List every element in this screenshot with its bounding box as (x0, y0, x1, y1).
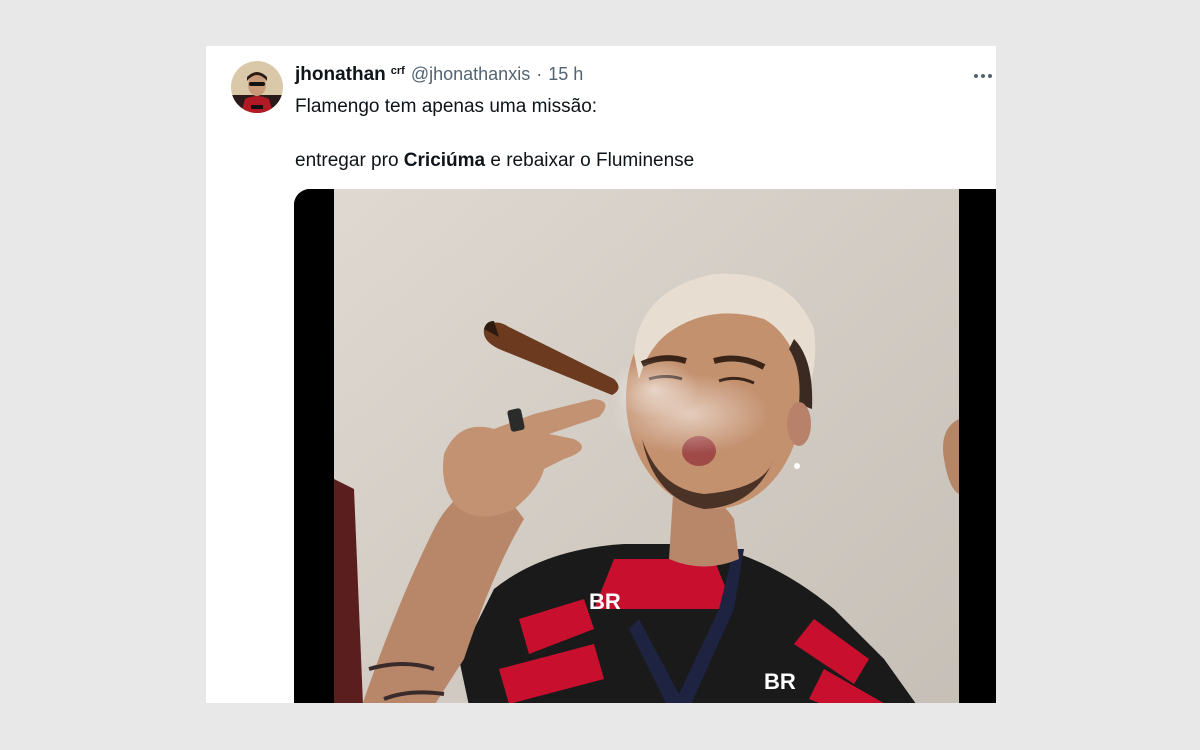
tweet-text: Flamengo tem apenas uma missão: entregar… (295, 95, 694, 173)
text-segment: entregar pro (295, 150, 404, 171)
bold-mention: Criciúma (403, 150, 486, 171)
tweet-card[interactable]: jhonathan crf @jhonathanxis · 15 h Flame… (206, 46, 996, 703)
svg-text:BR: BR (764, 669, 796, 694)
display-name[interactable]: jhonathan (295, 64, 386, 86)
timestamp[interactable]: 15 h (548, 64, 583, 85)
avatar[interactable] (231, 61, 283, 113)
tweet-header: jhonathan crf @jhonathanxis · 15 h (295, 64, 583, 86)
video-player[interactable]: BR BR (294, 189, 996, 703)
name-badge: crf (390, 65, 405, 77)
avatar-image (231, 61, 283, 113)
tweet-text-line-1: Flamengo tem apenas uma missão: (295, 96, 598, 117)
separator-dot: · (536, 64, 543, 84)
user-handle[interactable]: @jhonathanxis (411, 64, 530, 85)
video-frame: BR BR (294, 189, 996, 703)
tweet-text-line-2: entregar pro Criciúma e rebaixar o Flumi… (295, 149, 694, 173)
text-segment: e rebaixar o Fluminense (485, 150, 695, 171)
more-horizontal-icon[interactable] (970, 66, 996, 86)
svg-text:BR: BR (589, 589, 621, 614)
